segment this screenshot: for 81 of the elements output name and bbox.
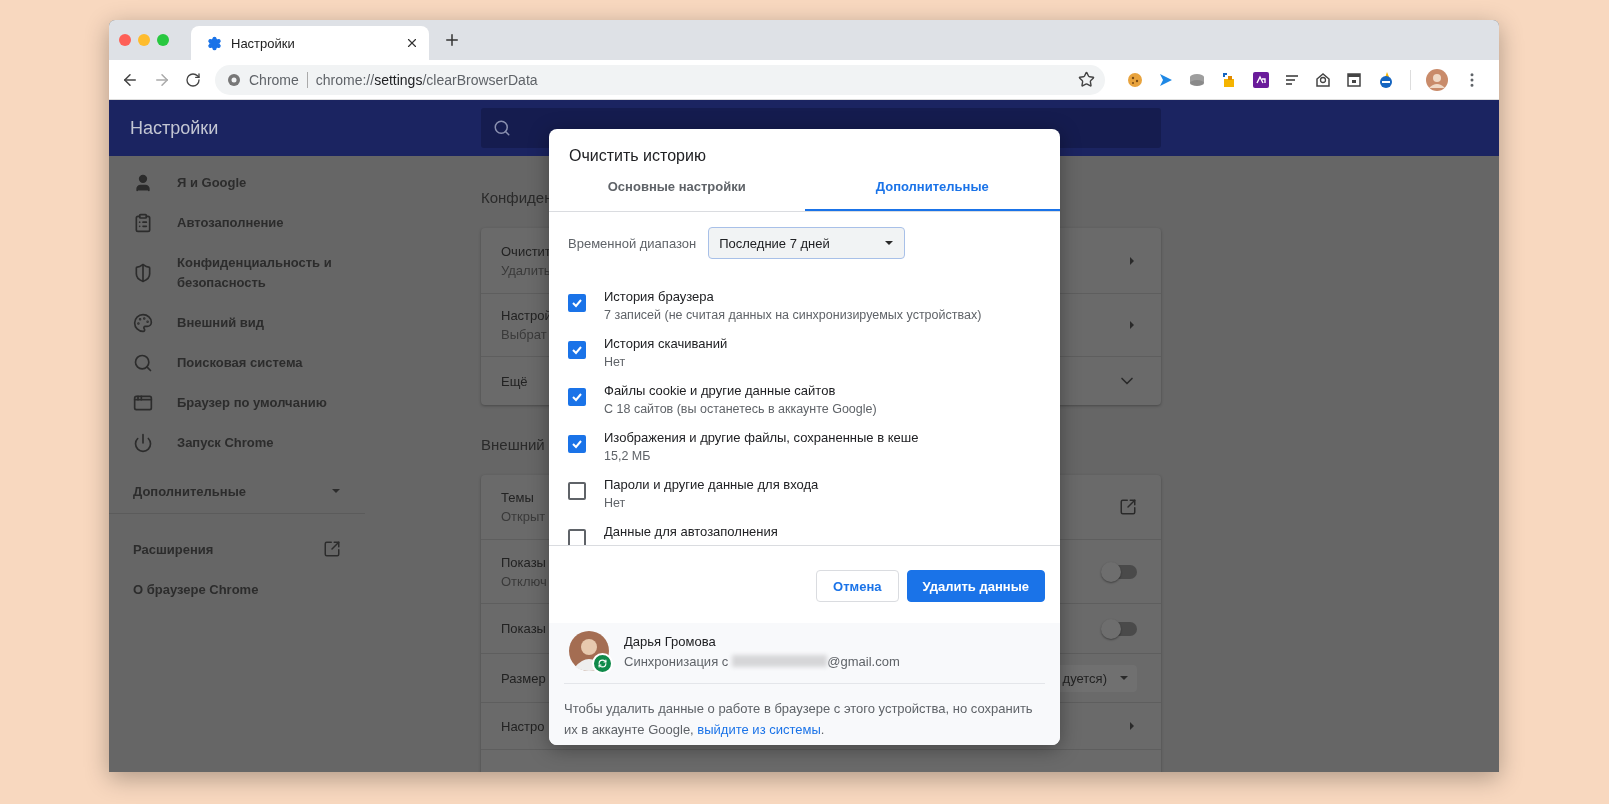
option-description: 15,2 МБ [604, 448, 652, 465]
option-title: История скачиваний [604, 335, 728, 353]
palette-icon [133, 313, 153, 333]
option-title: Изображения и другие файлы, сохраненные в кеше [604, 429, 919, 447]
reload-icon[interactable] [185, 71, 201, 88]
sidebar-link[interactable]: Расширения [109, 529, 365, 569]
clipboard-icon [133, 213, 153, 233]
cylinder-icon[interactable] [1189, 71, 1205, 88]
option-title: Файлы cookie и другие данные сайтов [604, 382, 837, 400]
external-link-icon [323, 540, 341, 558]
external-link-icon[interactable] [1119, 498, 1137, 516]
person-icon [133, 173, 153, 193]
checkbox[interactable] [568, 293, 586, 312]
site-label: Chrome [249, 71, 308, 88]
arrow-icon[interactable] [1127, 721, 1137, 731]
sidebar-item[interactable]: Внешний вид [109, 303, 365, 343]
new-tab-icon[interactable] [443, 31, 461, 49]
search-icon [133, 353, 153, 373]
close-tab-icon[interactable] [405, 36, 419, 50]
arrow-icon[interactable] [1127, 320, 1137, 330]
site-info-icon[interactable] [227, 72, 241, 87]
url-text: chrome://settings/clearBrowserData [315, 71, 539, 88]
row-title: Настро [501, 718, 545, 734]
cookie-icon[interactable] [1127, 71, 1143, 88]
checkbox[interactable] [568, 340, 586, 359]
checkbox[interactable] [568, 434, 586, 453]
option-title: Данные для автозаполнения [604, 523, 778, 541]
cancel-button[interactable]: Отмена [816, 570, 899, 602]
row-title: Размер [501, 670, 546, 686]
settings-icon [207, 35, 222, 51]
play-triangle-icon[interactable] [1158, 71, 1174, 88]
shield-icon [133, 263, 153, 283]
profile-avatar[interactable] [1426, 68, 1448, 91]
dialog-title: Очистить историю [568, 146, 707, 163]
search-icon [493, 119, 511, 137]
checkbox[interactable] [568, 387, 586, 406]
sidebar-item[interactable]: Автозаполнение [109, 203, 365, 243]
sidebar-item[interactable]: Браузер по умолчанию [109, 383, 365, 423]
toggle-switch[interactable] [1103, 564, 1137, 579]
row-title: Темы [501, 490, 535, 505]
browser-tab[interactable]: Настройки [191, 26, 429, 60]
email-domain: @gmail.com [827, 653, 900, 669]
square-logo-icon[interactable] [1253, 71, 1269, 88]
sidebar-item[interactable]: Запуск Chrome [109, 423, 365, 463]
sign-out-link[interactable]: выйдите из системы [697, 722, 821, 737]
caret-icon[interactable] [884, 238, 895, 248]
delete-data-button[interactable]: Удалить данные [906, 570, 1045, 602]
bookmark-star-icon[interactable] [1078, 71, 1095, 88]
option-description: Нет [604, 354, 627, 371]
close-window-button[interactable] [119, 34, 131, 46]
time-range-label: Временной диапазон [568, 235, 697, 251]
option-title: История браузера [604, 288, 715, 306]
time-range-select[interactable]: Последние 7 дней [708, 227, 906, 259]
option-description: С 18 сайтов (вы останетесь в аккаунте Google) [604, 401, 877, 418]
address-bar[interactable]: Chrome chrome://settings/clearBrowserData [215, 64, 1105, 95]
option-description: 7 записей (не считая данных на синхронизируемых устройствах) [604, 307, 982, 324]
sidebar-item[interactable]: Конфиденциальность и безопасность [109, 243, 365, 303]
checkbox[interactable] [568, 481, 586, 500]
row-title: Ещё [501, 373, 528, 389]
toggle-switch[interactable] [1103, 621, 1137, 636]
checkbox[interactable] [568, 528, 586, 545]
sidebar-item[interactable]: Я и Google [109, 163, 365, 203]
sidebar-link[interactable]: О браузере Chrome [109, 569, 365, 609]
account-name: Дарья Громова [624, 633, 717, 649]
section-heading: Внешний [481, 435, 545, 455]
row-title: Показы [501, 621, 546, 636]
option-description: Нет [604, 495, 627, 512]
row-title: Показы [501, 554, 547, 570]
sync-icon [592, 653, 613, 674]
page-title: Настройки [130, 117, 220, 139]
row-title: Очистит [501, 243, 551, 259]
sidebar-item[interactable]: Поисковая система [109, 343, 365, 383]
option-title: Пароли и другие данные для входа [604, 476, 819, 494]
sign-out-note: Чтобы удалить данные о работе в браузере с этого устройства, но сохранить их в аккаунте Google, выйдите из системы. [564, 700, 1034, 739]
dialog-tab[interactable]: Дополнительные [804, 163, 1060, 211]
power-icon [133, 433, 153, 453]
arrow-icon[interactable] [1127, 255, 1137, 266]
advanced-section-toggle[interactable]: Дополнительные [109, 471, 365, 511]
sync-label: Синхронизация с [624, 653, 729, 669]
browser-window-icon [133, 393, 153, 413]
archive-icon[interactable] [1346, 71, 1362, 88]
